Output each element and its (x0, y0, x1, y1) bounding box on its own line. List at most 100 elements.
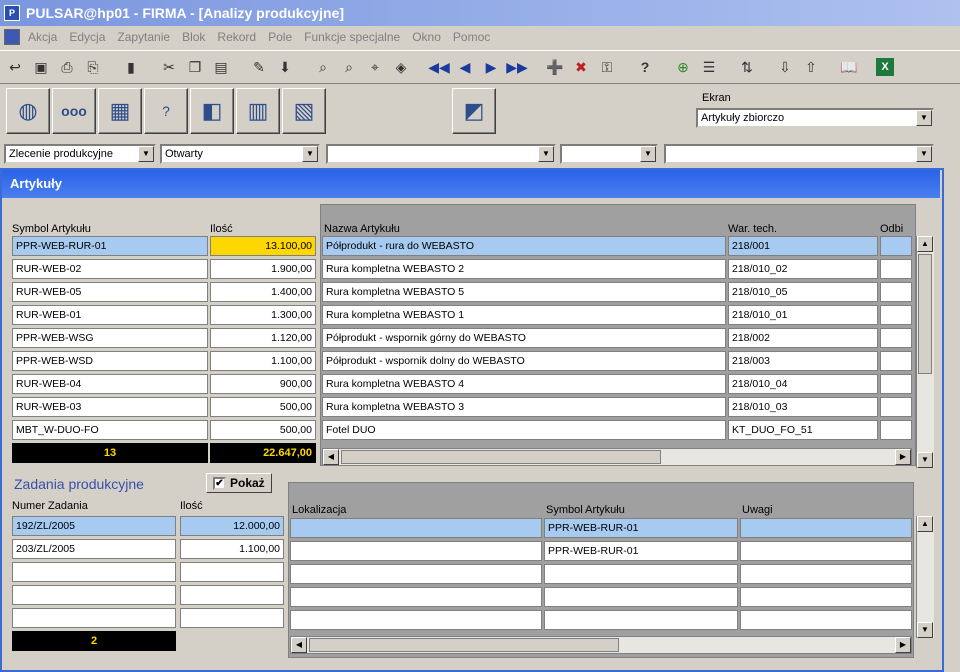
scroll-right-icon[interactable]: ▶ (895, 449, 911, 465)
prev-record-icon[interactable]: ◀ (454, 56, 476, 78)
table-cell[interactable] (544, 564, 738, 584)
table-row[interactable]: PPR-WEB-WSD (12, 351, 208, 371)
table-row[interactable]: MBT_W-DUO-FO (12, 420, 208, 440)
analysis-icon[interactable]: ◍ (6, 88, 50, 134)
table-row[interactable] (290, 564, 542, 584)
menu-funkcje[interactable]: Funkcje specjalne (304, 30, 400, 44)
table-cell[interactable]: KT_DUO_FO_51 (728, 420, 878, 440)
table-cell[interactable] (544, 610, 738, 630)
table-row[interactable]: PPR-WEB-WSG (12, 328, 208, 348)
lock-icon[interactable]: ⚿ (596, 56, 618, 78)
table-cell[interactable]: 1.120,00 (210, 328, 316, 348)
table-row[interactable] (12, 608, 176, 628)
menu-okno[interactable]: Okno (412, 30, 441, 44)
table-cell[interactable] (880, 351, 912, 371)
table-cell[interactable] (880, 328, 912, 348)
table-row[interactable]: Fotel DUO (322, 420, 726, 440)
filter-3-select[interactable]: ▼ (326, 144, 556, 164)
print-preview-icon[interactable]: ⎙ (56, 56, 78, 78)
save-icon[interactable]: ▣ (30, 56, 52, 78)
table-row[interactable]: Rura kompletna WEBASTO 5 (322, 282, 726, 302)
filter-status-select[interactable]: Otwarty ▼ (160, 144, 320, 164)
menu-blok[interactable]: Blok (182, 30, 205, 44)
paste-icon[interactable]: ▤ (210, 56, 232, 78)
delete-record-icon[interactable]: ✖ (570, 56, 592, 78)
tree-icon[interactable]: ⊕ (672, 56, 694, 78)
table-cell[interactable] (180, 608, 284, 628)
panel-icon[interactable]: ▥ (236, 88, 280, 134)
table-row[interactable]: Rura kompletna WEBASTO 2 (322, 259, 726, 279)
table-cell[interactable]: 500,00 (210, 420, 316, 440)
cut-icon[interactable]: ✂ (158, 56, 180, 78)
table-cell[interactable]: 500,00 (210, 397, 316, 417)
window-icon[interactable]: ▦ (98, 88, 142, 134)
table-row[interactable]: 203/ZL/2005 (12, 539, 176, 559)
table-row[interactable] (290, 518, 542, 538)
next-record-icon[interactable]: ▶ (480, 56, 502, 78)
table-row[interactable]: Półprodukt - wspornik górny do WEBASTO (322, 328, 726, 348)
table-row[interactable] (12, 585, 176, 605)
table-row[interactable]: RUR-WEB-05 (12, 282, 208, 302)
filter-4-select[interactable]: ▼ (560, 144, 658, 164)
menu-pomoc[interactable]: Pomoc (453, 30, 490, 44)
menu-rekord[interactable]: Rekord (217, 30, 256, 44)
table-row[interactable]: Rura kompletna WEBASTO 3 (322, 397, 726, 417)
scroll-left-icon[interactable]: ◀ (291, 637, 307, 653)
menu-pole[interactable]: Pole (268, 30, 292, 44)
table-row[interactable]: RUR-WEB-01 (12, 305, 208, 325)
scroll-down-icon[interactable]: ▼ (917, 452, 933, 468)
table-cell[interactable]: 218/010_01 (728, 305, 878, 325)
table-cell[interactable] (880, 305, 912, 325)
table-cell[interactable]: 1.400,00 (210, 282, 316, 302)
table-cell[interactable]: 218/003 (728, 351, 878, 371)
table-cell[interactable]: 900,00 (210, 374, 316, 394)
query-count-icon[interactable]: ⌖ (364, 56, 386, 78)
table-cell[interactable]: 1.100,00 (210, 351, 316, 371)
table-cell[interactable]: 13.100,00 (210, 236, 316, 256)
table-cell[interactable]: 218/010_05 (728, 282, 878, 302)
vertical-scrollbar[interactable]: ▲ ▼ (916, 236, 934, 468)
first-record-icon[interactable]: ◀◀ (428, 56, 450, 78)
calculator-icon[interactable]: ▧ (282, 88, 326, 134)
clear-icon[interactable]: ◈ (390, 56, 412, 78)
table-row[interactable] (12, 562, 176, 582)
table-cell[interactable] (740, 564, 912, 584)
last-record-icon[interactable]: ▶▶ (506, 56, 528, 78)
chevron-down-icon[interactable]: ▼ (538, 146, 554, 162)
help-icon[interactable]: ? (634, 56, 656, 78)
menu-edycja[interactable]: Edycja (69, 30, 105, 44)
table-row[interactable]: RUR-WEB-02 (12, 259, 208, 279)
scroll-thumb[interactable] (918, 254, 932, 374)
table-row[interactable]: Rura kompletna WEBASTO 4 (322, 374, 726, 394)
copy-icon[interactable]: ❐ (184, 56, 206, 78)
table-cell[interactable] (544, 587, 738, 607)
query-icon[interactable]: ? (144, 88, 188, 134)
chevron-down-icon[interactable]: ▼ (640, 146, 656, 162)
sort-icon[interactable]: ⇅ (736, 56, 758, 78)
table-cell[interactable] (740, 610, 912, 630)
edit-icon[interactable]: ✎ (248, 56, 270, 78)
book-icon[interactable]: 📖 (838, 56, 860, 78)
horizontal-scrollbar[interactable]: ◀ ▶ (322, 448, 912, 466)
table-row[interactable]: Półprodukt - rura do WEBASTO (322, 236, 726, 256)
table-row[interactable]: 192/ZL/2005 (12, 516, 176, 536)
filter-type-select[interactable]: Zlecenie produkcyjne ▼ (4, 144, 156, 164)
menu-zapytanie[interactable]: Zapytanie (117, 30, 170, 44)
table-cell[interactable]: 218/002 (728, 328, 878, 348)
table-cell[interactable]: 1.900,00 (210, 259, 316, 279)
chevron-down-icon[interactable]: ▼ (916, 146, 932, 162)
table-row[interactable]: Rura kompletna WEBASTO 1 (322, 305, 726, 325)
print-icon[interactable]: ⎘ (82, 56, 104, 78)
table-cell[interactable]: 218/010_03 (728, 397, 878, 417)
table-cell[interactable] (880, 420, 912, 440)
box-3d-icon[interactable]: ◩ (452, 88, 496, 134)
table-cell[interactable]: 1.100,00 (180, 539, 284, 559)
table-cell[interactable]: 218/001 (728, 236, 878, 256)
table-cell[interactable] (880, 374, 912, 394)
table-cell[interactable] (180, 562, 284, 582)
table-cell[interactable]: 12.000,00 (180, 516, 284, 536)
scroll-thumb[interactable] (309, 638, 619, 652)
door-icon[interactable]: ▮ (120, 56, 142, 78)
list-icon[interactable]: ☰ (698, 56, 720, 78)
table-row[interactable] (290, 610, 542, 630)
